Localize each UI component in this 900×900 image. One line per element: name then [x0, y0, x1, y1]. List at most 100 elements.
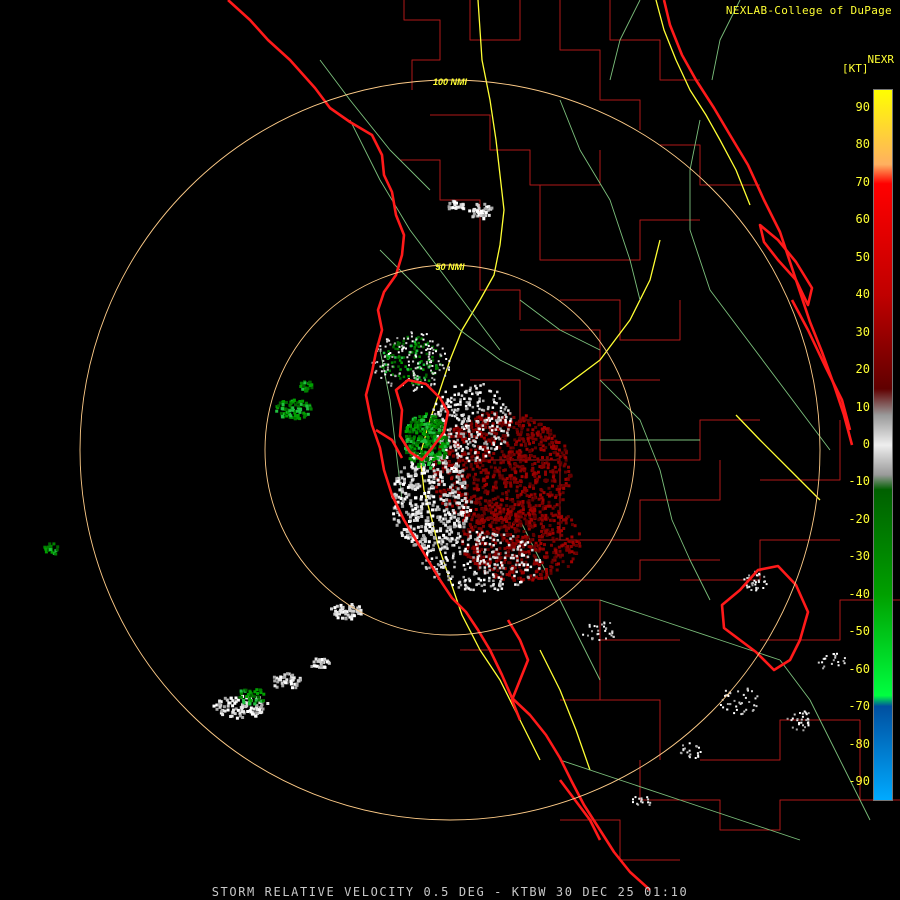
echo-pixel	[461, 458, 465, 462]
echo-pixel	[397, 351, 400, 354]
echo-pixel	[755, 705, 758, 708]
echo-pixel	[463, 519, 467, 523]
echo-pixel	[440, 543, 443, 546]
echo-pixel	[222, 705, 226, 709]
echo-pixel	[405, 434, 408, 438]
echo-pixel	[457, 532, 460, 536]
echo-pixel	[433, 435, 436, 439]
echo-pixel	[416, 375, 419, 378]
echo-pixel	[524, 442, 528, 446]
echo-pixel	[461, 469, 465, 473]
echo-pixel	[462, 435, 466, 438]
color-bar-tick: -20	[848, 511, 870, 526]
echo-pixel	[445, 529, 449, 533]
echo-pixel	[441, 490, 445, 493]
echo-pixel	[432, 535, 436, 539]
echo-pixel	[444, 465, 448, 469]
echo-pixel	[525, 447, 529, 451]
echo-pixel	[521, 535, 525, 539]
echo-pixel	[472, 487, 476, 491]
echo-pixel	[450, 483, 454, 487]
echo-pixel	[253, 702, 257, 706]
county-line	[520, 599, 680, 641]
echo-pixel	[532, 516, 536, 520]
echo-pixel	[447, 435, 451, 439]
echo-pixel	[550, 518, 554, 522]
echo-pixel	[312, 664, 316, 668]
echo-pixel	[395, 523, 399, 527]
echo-pixel	[454, 467, 458, 471]
echo-pixel	[538, 538, 542, 542]
echo-pixel	[424, 379, 427, 382]
echo-pixel	[547, 436, 551, 440]
echo-pixel	[456, 487, 460, 491]
echo-pixel	[437, 343, 440, 346]
echo-pixel	[465, 440, 468, 443]
echo-pixel	[473, 451, 477, 455]
echo-pixel	[490, 432, 493, 436]
echo-pixel	[392, 345, 395, 349]
echo-pixel	[423, 491, 427, 495]
velocity-color-bar	[873, 89, 893, 801]
echo-pixel	[507, 561, 511, 565]
coast-segment	[662, 0, 854, 446]
echo-pixel	[229, 696, 233, 700]
echo-pixel	[535, 558, 539, 562]
echo-pixel	[453, 200, 457, 204]
echo-pixel	[518, 563, 521, 566]
echo-pixel	[445, 507, 449, 511]
echo-pixel	[444, 374, 447, 377]
echo-pixel	[412, 384, 415, 387]
echo-pixel	[272, 675, 276, 679]
echo-pixel	[454, 464, 458, 468]
echo-pixel	[695, 745, 698, 748]
echo-pixel	[444, 556, 448, 559]
echo-pixel	[454, 495, 458, 499]
echo-pixel	[284, 681, 288, 685]
radar-display: 100 NMI 50 NMI NEXLAB-College of DuPage …	[0, 0, 900, 900]
echo-pixel	[456, 403, 460, 406]
echo-pixel	[501, 492, 505, 496]
echo-pixel	[462, 477, 466, 481]
echo-pixel	[443, 536, 446, 540]
echo-pixel	[557, 485, 561, 489]
echo-pixel	[488, 576, 491, 580]
echo-pixel	[531, 428, 535, 432]
echo-pixel	[463, 390, 467, 394]
echo-pixel	[578, 544, 582, 548]
echo-pixel	[533, 455, 537, 459]
echo-pixel	[445, 401, 448, 405]
echo-pixel	[379, 365, 382, 368]
color-bar-tick: -60	[848, 661, 870, 676]
echo-pixel	[512, 426, 516, 429]
echo-pixel	[519, 548, 523, 552]
echo-pixel	[496, 531, 500, 534]
echo-pixel	[456, 517, 460, 521]
echo-pixel	[551, 514, 555, 518]
echo-pixel	[455, 453, 459, 456]
echo-pixel	[636, 802, 639, 805]
echo-pixel	[416, 525, 420, 529]
echo-pixel	[489, 516, 493, 520]
echo-pixel	[756, 695, 759, 698]
echo-pixel	[479, 391, 482, 394]
echo-pixel	[441, 560, 445, 563]
echo-pixel	[432, 500, 436, 504]
echo-pixel	[495, 526, 499, 530]
echo-pixel	[433, 541, 437, 545]
echo-pixel	[612, 635, 615, 638]
echo-pixel	[834, 656, 837, 659]
echo-pixel	[448, 201, 452, 205]
echo-pixel	[481, 428, 485, 431]
echo-pixel	[289, 682, 293, 686]
echo-pixel	[741, 712, 744, 715]
echo-pixel	[495, 402, 498, 405]
highway	[735, 414, 821, 501]
echo-pixel	[405, 342, 408, 345]
echo-pixel	[352, 614, 356, 618]
echo-pixel	[804, 726, 806, 729]
echo-pixel	[295, 682, 299, 686]
echo-pixel	[497, 418, 500, 421]
echo-pixel	[521, 508, 525, 512]
echo-pixel	[762, 587, 765, 589]
